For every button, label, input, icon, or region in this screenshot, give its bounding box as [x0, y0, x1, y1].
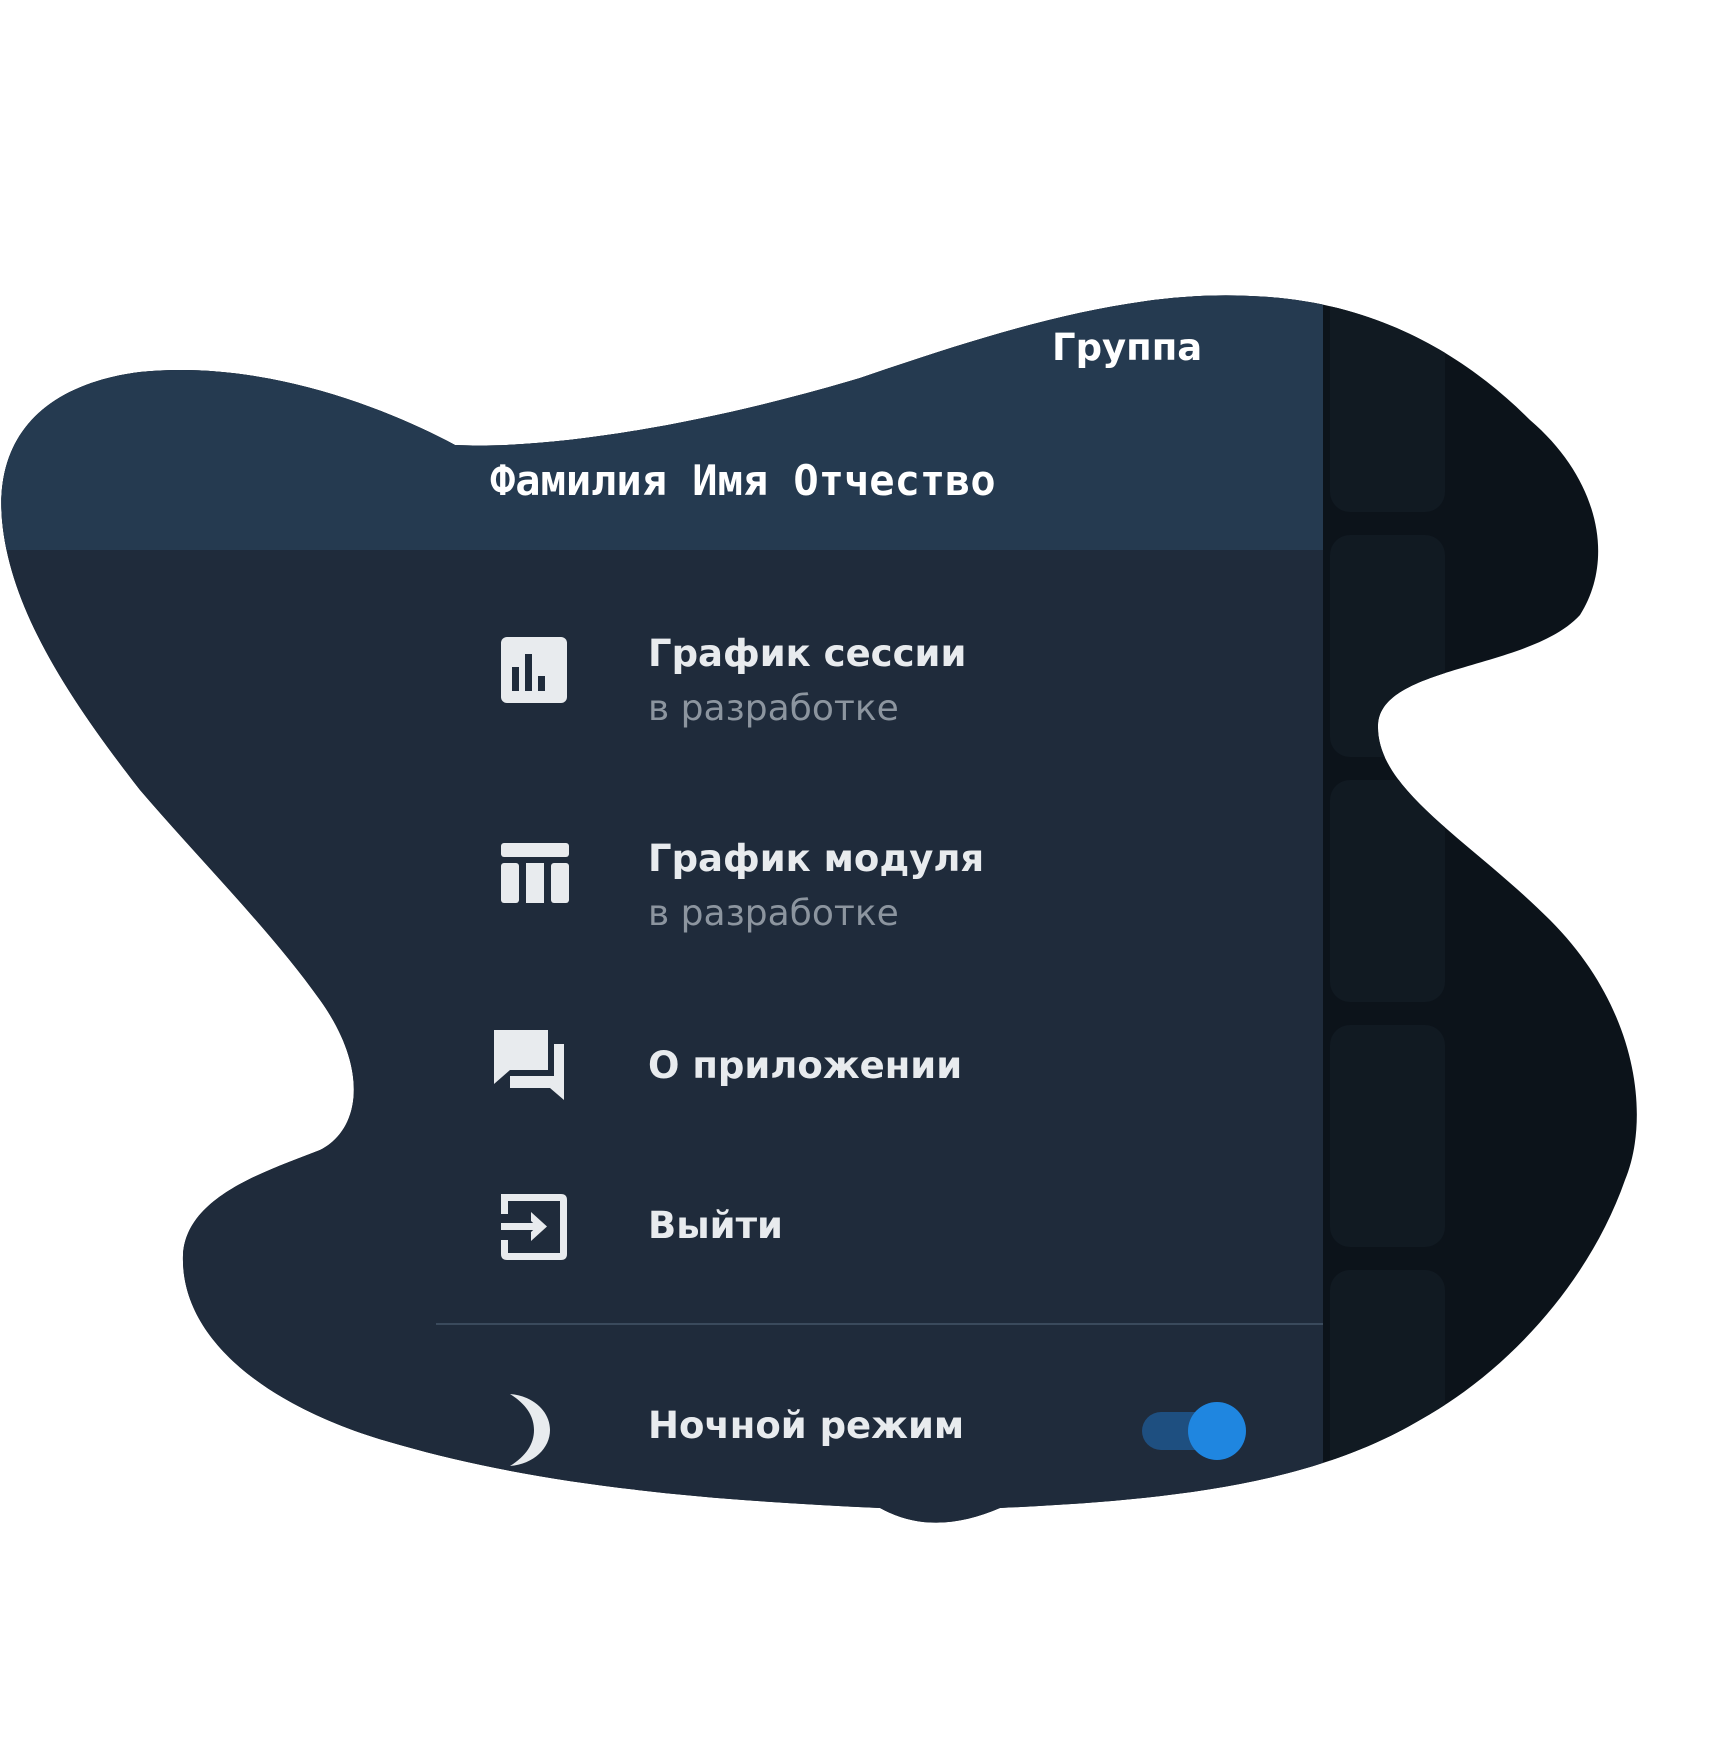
menu-item-subtitle: в разработке [648, 688, 899, 729]
background-card [1330, 780, 1445, 1002]
night-mode-toggle[interactable] [1142, 1402, 1248, 1460]
menu-item-title: О приложении [648, 1044, 963, 1087]
bar-chart-icon [491, 628, 569, 706]
group-label: Группа [1052, 326, 1203, 369]
menu-item-module-schedule[interactable]: График модуля в разработке [436, 815, 1323, 965]
table-icon [491, 833, 569, 911]
menu-item-title: Выйти [648, 1204, 783, 1247]
menu-item-session-schedule[interactable]: График сессии в разработке [436, 610, 1323, 760]
forum-icon [488, 1026, 566, 1104]
night-mode-label: Ночной режим [648, 1404, 965, 1447]
background-card [1330, 1025, 1445, 1247]
menu-item-logout[interactable]: Выйти [436, 1180, 1323, 1280]
toggle-thumb [1188, 1402, 1246, 1460]
menu-item-subtitle: в разработке [648, 893, 899, 934]
menu-item-title: График модуля [648, 837, 985, 880]
menu-item-title: График сессии [648, 632, 967, 675]
moon-icon [494, 1390, 572, 1468]
menu-item-about[interactable]: О приложении [436, 1020, 1323, 1120]
user-name: Фамилия Имя Отчество [490, 456, 996, 505]
screenshot-stage: Группа Фамилия Имя Отчество График сесси… [0, 0, 1720, 1742]
menu-divider [436, 1323, 1323, 1325]
exit-icon [491, 1188, 569, 1266]
